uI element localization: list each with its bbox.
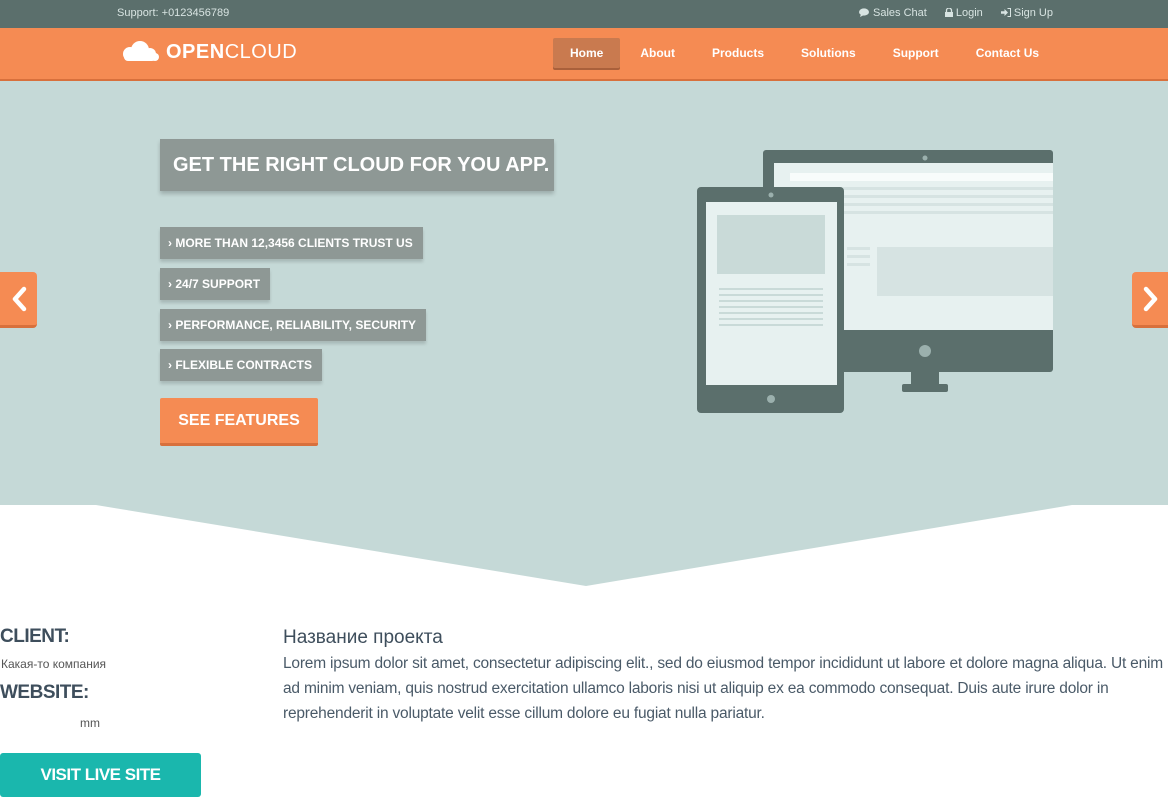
client-label: CLIENT: xyxy=(0,626,70,647)
nav-menu: Home About Products Solutions Support Co… xyxy=(553,38,1059,68)
top-bar: Support: +0123456789 Sales Chat Login Si… xyxy=(0,0,1168,28)
chevron-right-icon: › xyxy=(168,358,172,372)
top-links: Sales Chat Login Sign Up xyxy=(858,7,1053,19)
nav-item-solutions[interactable]: Solutions xyxy=(784,38,873,68)
feature-item: › FLEXIBLE CONTRACTS xyxy=(160,349,323,381)
chevron-right-icon xyxy=(1143,286,1157,311)
feature-item: › 24/7 SUPPORT xyxy=(160,268,271,300)
main-nav: OPEN CLOUD Home About Products Solutions … xyxy=(0,28,1168,81)
login-label: Login xyxy=(955,7,983,19)
support-phone: Support: +0123456789 xyxy=(117,7,230,19)
chevron-right-icon: › xyxy=(168,236,172,250)
lock-icon xyxy=(944,7,953,17)
logo-text-light: CLOUD xyxy=(224,40,298,63)
feature-item: › PERFORMANCE, RELIABILITY, SECURITY xyxy=(160,309,427,341)
cloud-icon xyxy=(123,41,159,61)
hero-title: GET THE RIGHT CLOUD FOR YOU APP. xyxy=(160,139,554,191)
sales-chat-link[interactable]: Sales Chat xyxy=(858,7,927,19)
visit-live-site-button[interactable]: VISIT LIVE SITE xyxy=(0,753,201,797)
nav-item-support[interactable]: Support xyxy=(876,38,956,68)
nav-item-contact[interactable]: Contact Us xyxy=(959,38,1056,68)
nav-item-about[interactable]: About xyxy=(623,38,692,68)
project-description: Lorem ipsum dolor sit amet, consectetur … xyxy=(283,655,1163,722)
logo-text-bold: OPEN xyxy=(166,40,225,63)
project-title: Название проекта xyxy=(283,627,443,648)
feature-label: FLEXIBLE CONTRACTS xyxy=(175,358,313,372)
client-value: Какая-то компания xyxy=(1,657,107,671)
nav-item-home[interactable]: Home xyxy=(553,38,621,68)
see-features-button[interactable]: SEE FEATURES xyxy=(160,398,318,446)
logo[interactable]: OPEN CLOUD xyxy=(116,40,297,64)
feature-label: MORE THAN 12,3456 CLIENTS TRUST US xyxy=(175,236,413,250)
chevron-right-icon: › xyxy=(168,318,172,332)
sign-in-icon xyxy=(1000,8,1011,17)
slider-prev-button[interactable] xyxy=(0,272,37,328)
feature-label: PERFORMANCE, RELIABILITY, SECURITY xyxy=(175,318,417,332)
chevron-left-icon xyxy=(12,286,26,311)
login-link[interactable]: Login xyxy=(944,7,983,19)
sales-chat-label: Sales Chat xyxy=(873,7,927,19)
website-label: WEBSITE: xyxy=(0,682,89,703)
signup-link[interactable]: Sign Up xyxy=(1000,7,1053,19)
nav-item-products[interactable]: Products xyxy=(695,38,781,68)
feature-label: 24/7 SUPPORT xyxy=(175,277,261,291)
feature-item: › MORE THAN 12,3456 CLIENTS TRUST US xyxy=(160,227,423,259)
website-value[interactable]: mm xyxy=(80,716,100,730)
chat-icon xyxy=(858,8,869,17)
signup-label: Sign Up xyxy=(1013,7,1053,19)
chevron-right-icon: › xyxy=(168,277,172,291)
slider-next-button[interactable] xyxy=(1132,272,1168,328)
